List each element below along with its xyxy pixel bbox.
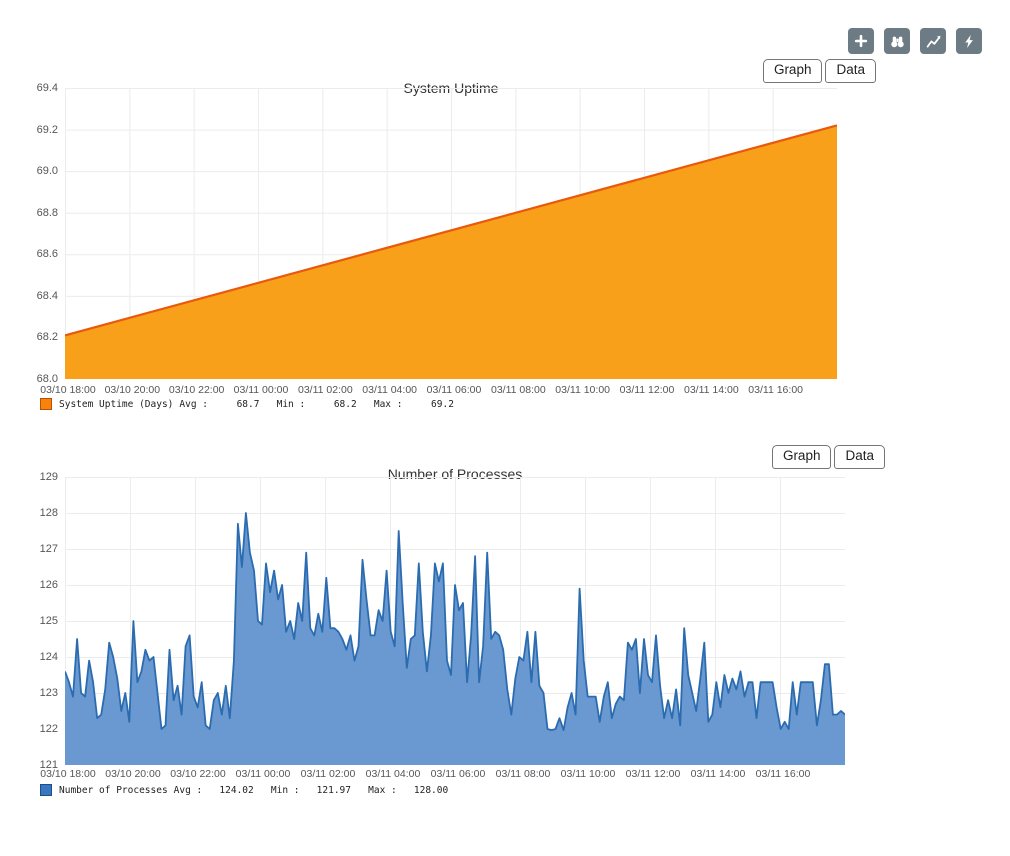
add-button[interactable] [848,28,874,54]
y-tick-label: 129 [20,472,58,483]
quick-actions-button[interactable] [956,28,982,54]
x-tick-label: 03/11 06:00 [427,384,482,397]
x-tick-label: 03/11 02:00 [298,384,353,397]
y-tick-label: 68.2 [20,332,58,343]
uptime-legend-text: System Uptime (Days)Avg : 68.7 Min : 68.… [59,399,454,410]
uptime-chart-xaxis: 03/10 18:0003/10 20:0003/10 22:0003/11 0… [65,384,837,398]
uptime-legend-swatch [40,398,52,410]
y-tick-label: 69.4 [20,83,58,94]
y-tick-label: 127 [20,544,58,555]
x-tick-label: 03/11 08:00 [491,384,546,397]
x-tick-label: 03/11 14:00 [684,384,739,397]
y-tick-label: 124 [20,652,58,663]
x-tick-label: 03/10 18:00 [40,768,95,781]
x-tick-label: 03/10 20:00 [105,384,160,397]
search-button[interactable] [884,28,910,54]
x-tick-label: 03/10 22:00 [170,768,225,781]
x-tick-label: 03/11 00:00 [234,384,289,397]
y-tick-label: 126 [20,580,58,591]
y-tick-label: 68.6 [20,249,58,260]
x-tick-label: 03/11 06:00 [431,768,486,781]
x-tick-label: 03/11 08:00 [496,768,551,781]
toolbar [848,28,982,54]
lightning-icon [962,34,977,49]
x-tick-label: 03/11 04:00 [362,384,417,397]
y-tick-label: 68.8 [20,208,58,219]
trend-chart-icon [926,34,941,49]
x-tick-label: 03/11 12:00 [626,768,681,781]
plus-icon [854,34,868,48]
y-tick-label: 123 [20,688,58,699]
processes-chart-legend: Number of ProcessesAvg : 124.02 Min : 12… [40,784,448,796]
x-tick-label: 03/11 12:00 [620,384,675,397]
processes-chart-xaxis: 03/10 18:0003/10 20:0003/10 22:0003/11 0… [65,768,845,782]
x-tick-label: 03/11 02:00 [301,768,356,781]
x-tick-label: 03/11 10:00 [561,768,616,781]
x-tick-label: 03/11 16:00 [748,384,803,397]
graphs-button[interactable] [920,28,946,54]
binoculars-icon [890,34,905,49]
processes-chart-plot[interactable]: 129128127126125124123122121 [65,477,845,765]
x-tick-label: 03/11 04:00 [366,768,421,781]
x-tick-label: 03/10 22:00 [169,384,224,397]
uptime-chart-legend: System Uptime (Days)Avg : 68.7 Min : 68.… [40,398,454,410]
x-tick-label: 03/11 10:00 [555,384,610,397]
x-tick-label: 03/10 20:00 [105,768,160,781]
uptime-chart-plot[interactable]: 69.469.269.068.868.668.468.268.0 [65,88,837,379]
y-tick-label: 122 [20,724,58,735]
y-tick-label: 128 [20,508,58,519]
x-tick-label: 03/11 16:00 [756,768,811,781]
processes-legend-swatch [40,784,52,796]
y-tick-label: 68.4 [20,291,58,302]
x-tick-label: 03/11 00:00 [236,768,291,781]
y-tick-label: 125 [20,616,58,627]
x-tick-label: 03/10 18:00 [40,384,95,397]
processes-legend-text: Number of ProcessesAvg : 124.02 Min : 12… [59,785,448,796]
y-tick-label: 69.2 [20,125,58,136]
y-tick-label: 69.0 [20,166,58,177]
x-tick-label: 03/11 14:00 [691,768,746,781]
